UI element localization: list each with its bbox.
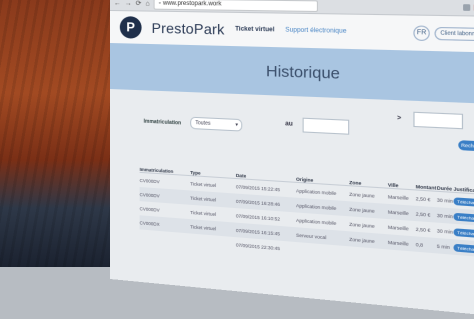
cell-immatriculation: CV000DV — [140, 177, 191, 185]
cell-zone: Zone jaune — [349, 221, 388, 229]
language-toggle[interactable]: FR — [413, 25, 429, 41]
nav-ticket-virtuel[interactable]: Ticket virtuel — [235, 26, 274, 33]
cell-duree: 30 min — [437, 212, 454, 219]
cell-date: 07/09/2015 16:10:52 — [236, 213, 296, 223]
cell-date: 07/09/2015 15:22:45 — [236, 184, 296, 193]
cell-type: Ticket virtuel — [190, 224, 236, 233]
monitor: ← → ⟳ ⌂ ▫ www.prestopark.work P PrestoPa… — [110, 0, 474, 318]
cell-montant: 2,50 € — [416, 195, 437, 202]
cell-type: Ticket virtuel — [190, 209, 236, 218]
url-text: www.prestopark.work — [163, 0, 222, 9]
download-button[interactable]: Télécharger — [453, 243, 474, 253]
nav-support-electronique[interactable]: Support électronique — [285, 27, 346, 35]
address-bar[interactable]: ▫ www.prestopark.work — [154, 0, 318, 11]
extension-icons — [463, 4, 474, 11]
cell-type: Ticket virtuel — [190, 195, 236, 203]
cell-ville: Marseille — [388, 194, 416, 201]
account-button[interactable]: Client labonne — [435, 27, 474, 41]
reload-icon[interactable]: ⟳ — [136, 0, 142, 7]
cell-origine: Application mobile — [296, 217, 349, 226]
cell-origine: Serveur vocal — [296, 232, 349, 242]
cell-duree: 30 min — [437, 197, 454, 204]
cell-type: Ticket virtuel — [190, 181, 236, 189]
immatriculation-select[interactable]: Toutes ▾ — [190, 117, 242, 132]
header-actions: FR Client labonne ◯ — [413, 25, 474, 42]
cell-duree: 5 min — [437, 243, 454, 250]
date-to-label: > — [397, 115, 401, 122]
page-icon: ▫ — [159, 0, 161, 8]
cell-immatriculation: CV000DX — [140, 220, 191, 229]
cell-origine: Application mobile — [296, 188, 349, 197]
back-icon[interactable]: ← — [114, 0, 121, 7]
col-duree[interactable]: Durée — [437, 185, 454, 192]
cell-zone: Zone jaune — [349, 191, 388, 199]
cell-immatriculation: CV000DV — [140, 206, 191, 215]
forward-icon[interactable]: → — [125, 0, 132, 7]
download-button[interactable]: Télécharger — [453, 197, 474, 207]
date-from-label: au — [285, 121, 293, 128]
cell-ville: Marseille — [388, 224, 416, 232]
extension-icon[interactable] — [463, 4, 470, 11]
chevron-down-icon: ▾ — [235, 120, 238, 131]
cell-montant: 2,50 € — [416, 211, 437, 218]
cell-immatriculation: CV000DV — [140, 192, 191, 201]
date-from-input[interactable] — [303, 118, 350, 135]
download-button[interactable]: Télécharger — [453, 228, 474, 238]
cell-origine — [296, 249, 349, 253]
cell-zone: Zone jaune — [349, 206, 388, 214]
cell-zone: Zone jaune — [349, 236, 388, 244]
cell-type — [190, 241, 236, 245]
search-button[interactable]: Rechercher — [458, 140, 474, 152]
immatriculation-value: Toutes — [195, 120, 210, 127]
cell-date: 07/09/2015 22:30:45 — [236, 242, 296, 252]
cell-origine: Application mobile — [296, 202, 349, 211]
logo-icon[interactable]: P — [120, 16, 142, 39]
cell-date: 07/09/2015 16:15:45 — [236, 227, 296, 237]
cell-montant: 2,50 € — [416, 226, 437, 233]
date-to-input[interactable] — [413, 112, 463, 130]
brand-name[interactable]: PrestoPark — [152, 20, 225, 38]
cell-duree: 30 min — [437, 228, 454, 235]
immatriculation-label: Immatriculation — [144, 119, 182, 127]
page-title: Historique — [266, 62, 340, 82]
cell-immatriculation — [140, 236, 191, 240]
cell-montant: 0,8 — [416, 241, 437, 248]
history-table: Immatriculation Type Date Origine Zone V… — [140, 158, 474, 275]
browser-window: ← → ⟳ ⌂ ▫ www.prestopark.work P PrestoPa… — [110, 0, 474, 318]
cell-ville: Marseille — [388, 239, 416, 247]
home-icon[interactable]: ⌂ — [145, 0, 149, 7]
cell-ville: Marseille — [388, 209, 416, 216]
cell-date: 07/09/2015 16:28:46 — [236, 198, 296, 207]
download-button[interactable]: Télécharger — [453, 212, 474, 222]
